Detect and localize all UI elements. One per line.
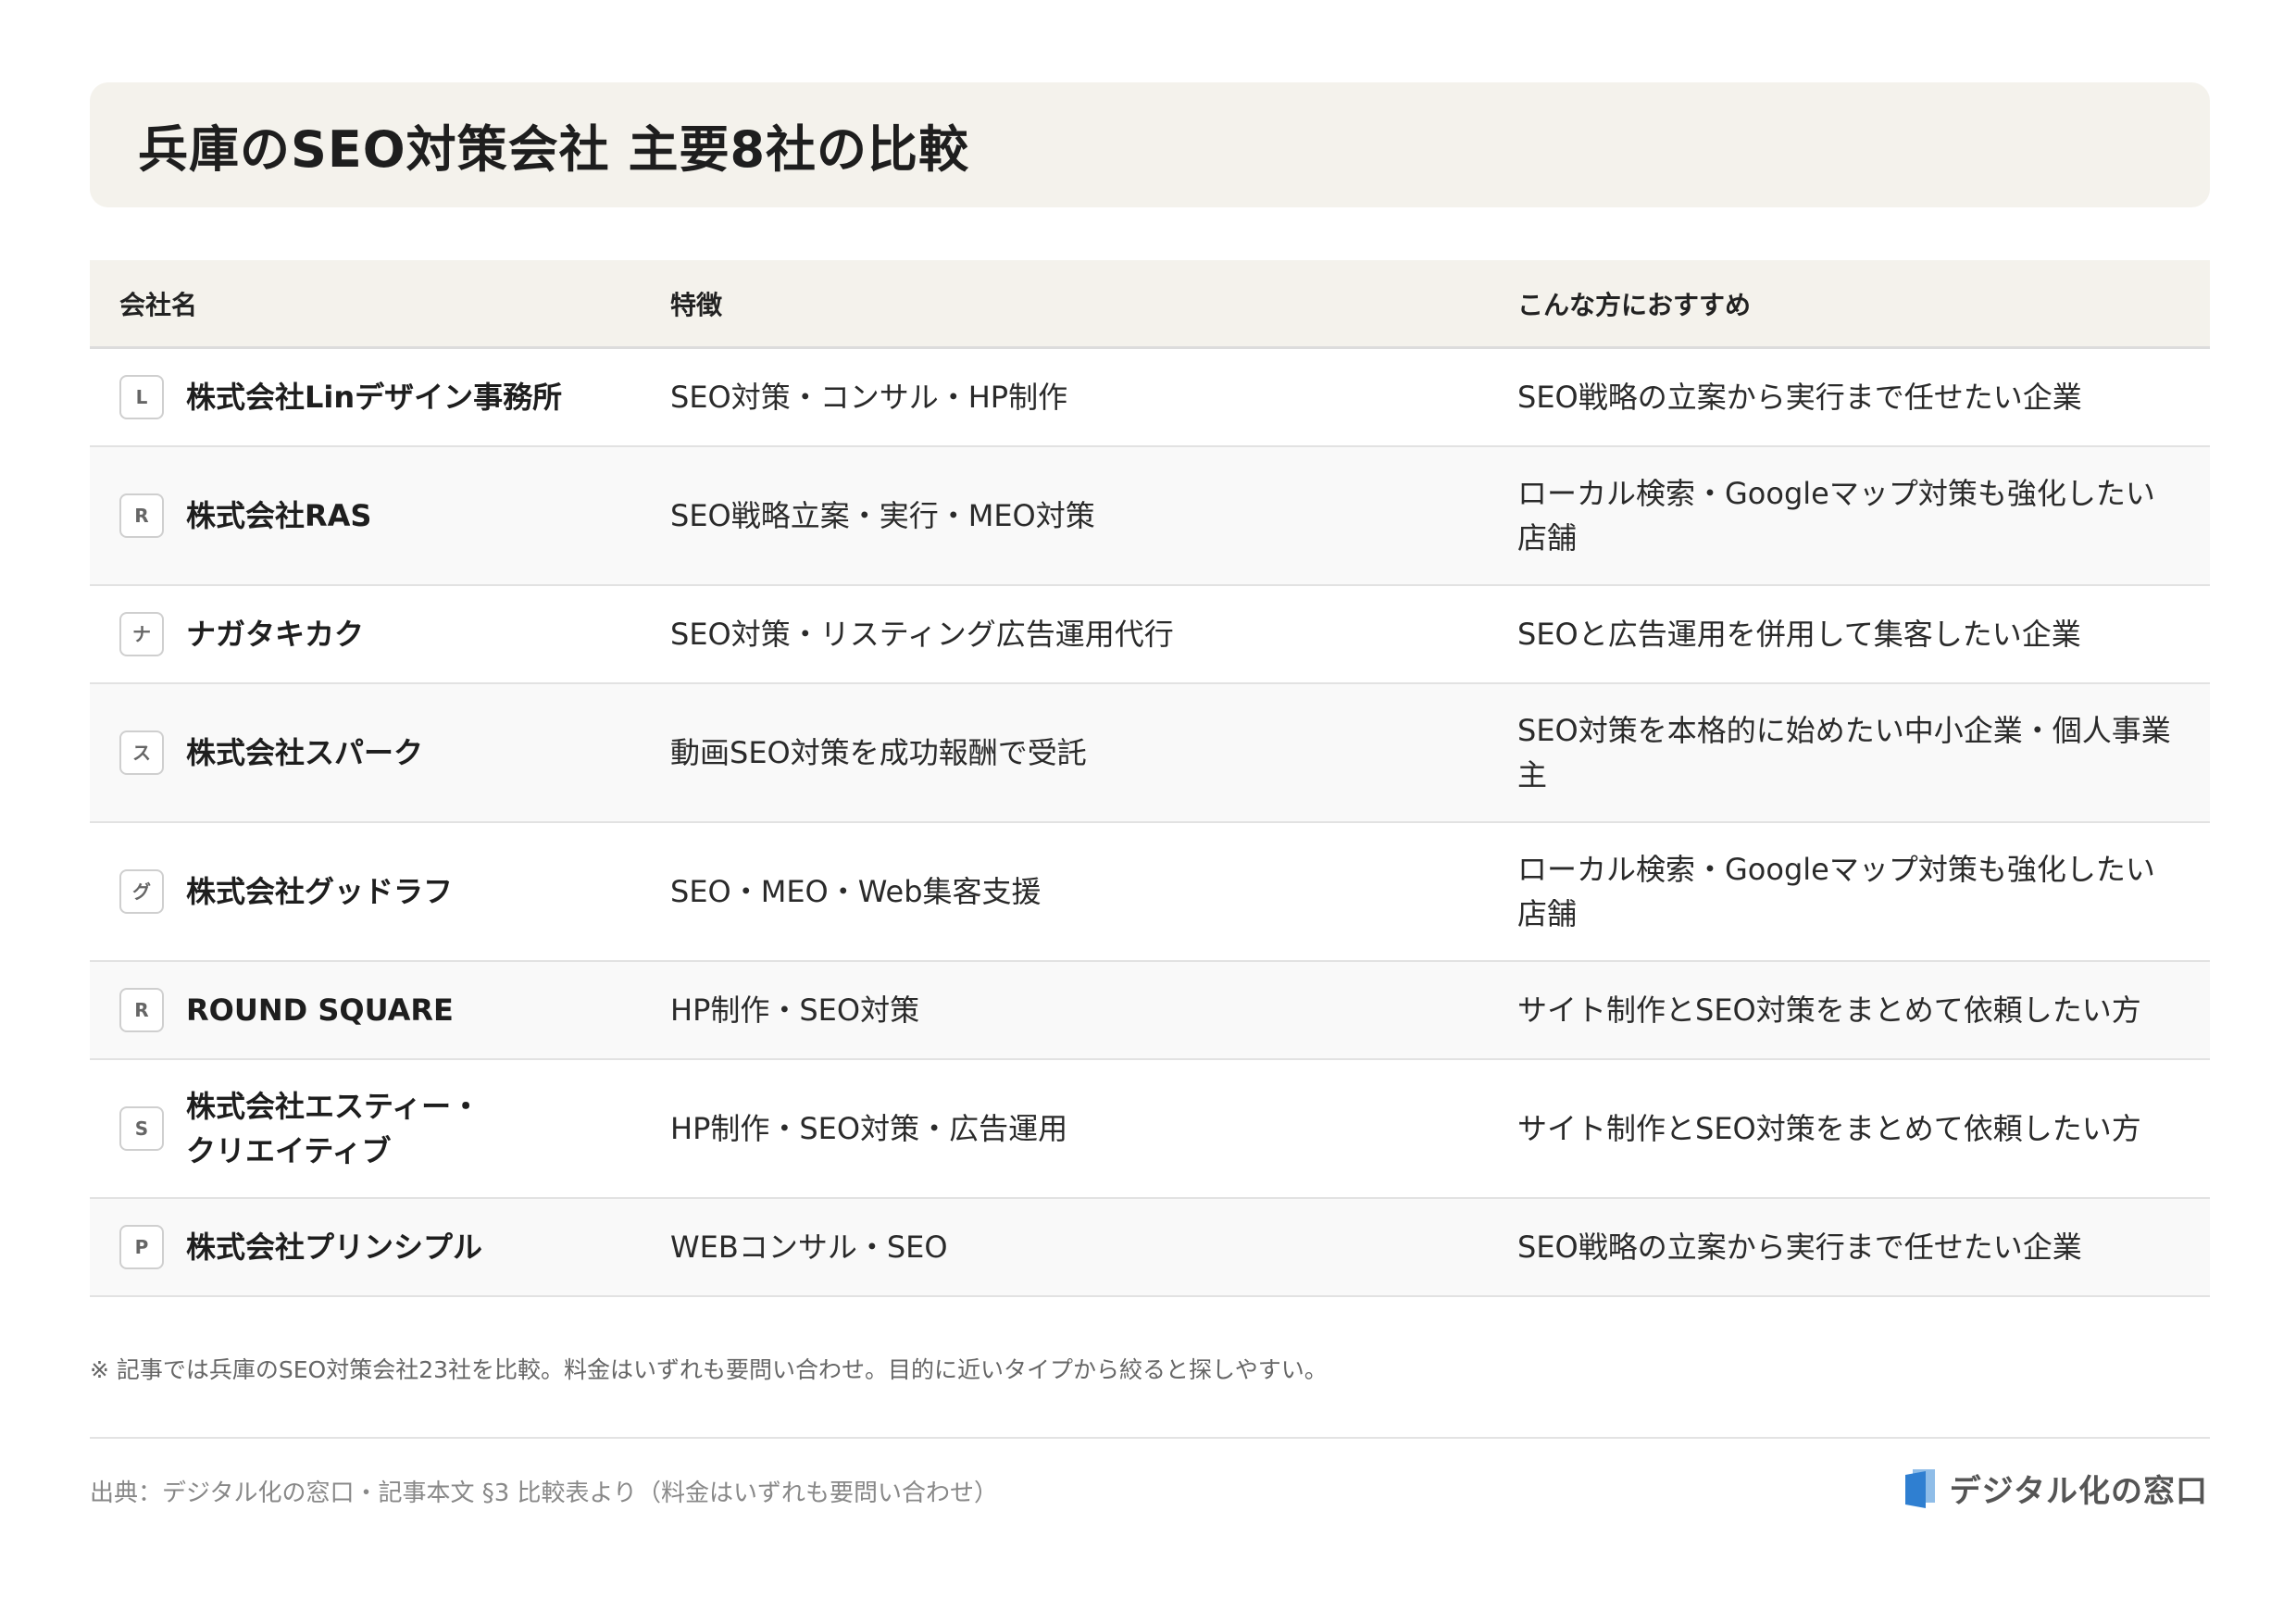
brand-logo: デジタル化の窓口: [1902, 1466, 2208, 1511]
comparison-table: 会社名 特徴 こんな方におすすめ L 株式会社Linデザイン事務所 SEO対策・コ…: [90, 260, 2210, 1297]
table-row: R ROUND SQUARE HP制作・SEO対策 サイト制作とSEO対策をまとめ…: [90, 961, 2210, 1060]
header-company: 会社名: [90, 260, 641, 349]
page-title: 兵庫のSEO対策会社 主要8社の比較: [138, 120, 970, 179]
recommend-cell: SEO対策を本格的に始めたい中小企業・個人事業主: [1488, 683, 2210, 823]
feature-cell: SEO戦略立案・実行・MEO対策: [641, 446, 1488, 586]
company-initial-badge: ス: [119, 730, 164, 775]
company-initial-badge: R: [119, 988, 164, 1032]
table-row: S 株式会社エスティー・クリエイティブ HP制作・SEO対策・広告運用 サイト制作…: [90, 1059, 2210, 1199]
table-row: P 株式会社プリンシプル WEBコンサル・SEO SEO戦略の立案から実行まで任せ…: [90, 1198, 2210, 1297]
recommend-cell: SEOと広告運用を併用して集客したい企業: [1488, 585, 2210, 684]
company-name: 株式会社プリンシプル: [186, 1230, 483, 1265]
footnote: ※ 記事では兵庫のSEO対策会社23社を比較。料金はいずれも要問い合わせ。目的に…: [90, 1356, 1328, 1383]
company-name: ROUND SQUARE: [186, 993, 454, 1028]
divider: [90, 1437, 2210, 1439]
source-citation: 出典：デジタル化の窓口・記事本文 §3 比較表より（料金はいずれも要問い合わせ）: [90, 1479, 999, 1507]
feature-cell: 動画SEO対策を成功報酬で受託: [641, 683, 1488, 823]
company-initial-badge: P: [119, 1225, 164, 1269]
company-name: 株式会社Linデザイン事務所: [186, 380, 563, 415]
feature-cell: SEO対策・コンサル・HP制作: [641, 347, 1488, 447]
company-name: ナガタキカク: [186, 617, 365, 652]
table-row: R 株式会社RAS SEO戦略立案・実行・MEO対策 ローカル検索・Googleマ…: [90, 446, 2210, 586]
feature-cell: SEO・MEO・Web集客支援: [641, 822, 1488, 962]
recommend-cell: SEO戦略の立案から実行まで任せたい企業: [1488, 347, 2210, 447]
company-initial-badge: グ: [119, 869, 164, 914]
company-initial-badge: S: [119, 1106, 164, 1151]
header-feature: 特徴: [641, 260, 1488, 349]
company-initial-badge: L: [119, 375, 164, 419]
recommend-cell: サイト制作とSEO対策をまとめて依頼したい方: [1488, 961, 2210, 1060]
company-name: 株式会社RAS: [186, 498, 372, 533]
feature-cell: SEO対策・リスティング広告運用代行: [641, 585, 1488, 684]
table-row: グ株式会社グッドラフ SEO・MEO・Web集客支援 ローカル検索・Google…: [90, 822, 2210, 962]
title-banner: 兵庫のSEO対策会社 主要8社の比較: [90, 82, 2210, 207]
feature-cell: HP制作・SEO対策: [641, 961, 1488, 1060]
brand-name: デジタル化の窓口: [1949, 1473, 2208, 1510]
recommend-cell: SEO戦略の立案から実行まで任せたい企業: [1488, 1198, 2210, 1297]
company-initial-badge: R: [119, 493, 164, 538]
table-header-row: 会社名 特徴 こんな方におすすめ: [90, 260, 2210, 349]
table-row: ス株式会社スパーク 動画SEO対策を成功報酬で受託 SEO対策を本格的に始めたい…: [90, 683, 2210, 823]
feature-cell: HP制作・SEO対策・広告運用: [641, 1059, 1488, 1199]
table-row: ナナガタキカク SEO対策・リスティング広告運用代行 SEOと広告運用を併用して…: [90, 585, 2210, 684]
recommend-cell: ローカル検索・Googleマップ対策も強化したい店舗: [1488, 822, 2210, 962]
feature-cell: WEBコンサル・SEO: [641, 1198, 1488, 1297]
recommend-cell: サイト制作とSEO対策をまとめて依頼したい方: [1488, 1059, 2210, 1199]
header-recommend: こんな方におすすめ: [1488, 260, 2210, 349]
document-logo-icon: [1904, 1468, 1935, 1508]
company-initial-badge: ナ: [119, 612, 164, 656]
recommend-cell: ローカル検索・Googleマップ対策も強化したい店舗: [1488, 446, 2210, 586]
company-name: 株式会社グッドラフ: [186, 874, 454, 909]
company-name: 株式会社スパーク: [186, 735, 424, 770]
table-row: L 株式会社Linデザイン事務所 SEO対策・コンサル・HP制作 SEO戦略の立案…: [90, 347, 2210, 447]
company-name: 株式会社エスティー・クリエイティブ: [186, 1089, 481, 1168]
